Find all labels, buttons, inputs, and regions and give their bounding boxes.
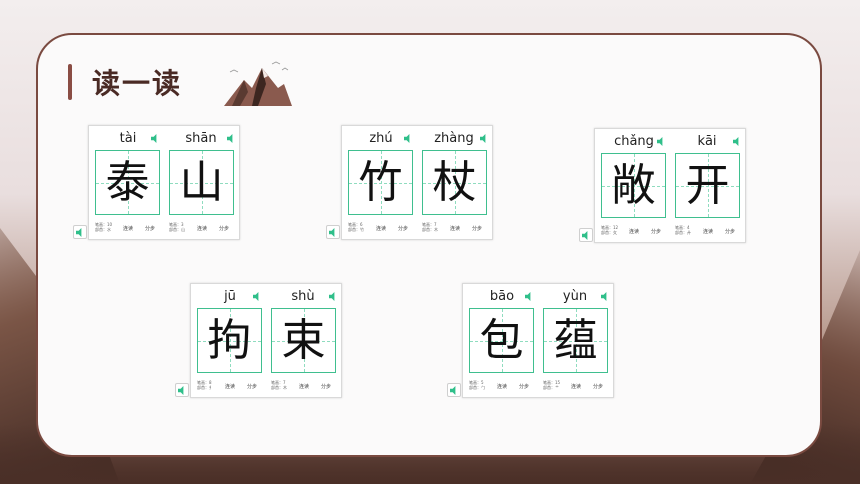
character: 杖 bbox=[432, 157, 477, 208]
speaker-icon[interactable] bbox=[657, 137, 666, 146]
stroke-info: 笔画：3 部首：山 bbox=[169, 222, 185, 232]
stroke-info: 笔画：10 部首：水 bbox=[95, 222, 113, 232]
continuous-button[interactable]: 连读 bbox=[197, 225, 207, 232]
stroke-info: 笔画：7 部首：木 bbox=[422, 222, 438, 232]
stroke-info: 笔画：12 部首：攵 bbox=[601, 225, 619, 235]
writing-grid: 包 bbox=[469, 308, 534, 373]
writing-grid: 拘 bbox=[197, 308, 262, 373]
writing-grid: 山 bbox=[169, 150, 234, 215]
char-card-2: zhú zhàng 竹 杖 笔画：6 部首：竹 连读 分步 笔画：7 部首：木 连读… bbox=[341, 125, 493, 240]
writing-grid: 蕴 bbox=[543, 308, 608, 373]
speaker-icon[interactable] bbox=[447, 383, 461, 397]
continuous-button[interactable]: 连读 bbox=[225, 383, 235, 390]
speaker-icon[interactable] bbox=[329, 292, 338, 301]
speaker-icon[interactable] bbox=[326, 225, 340, 239]
writing-grid: 泰 bbox=[95, 150, 160, 215]
stroke-info: 笔画：4 部首：廾 bbox=[675, 225, 691, 235]
writing-grid: 开 bbox=[675, 153, 740, 218]
character: 束 bbox=[281, 315, 326, 366]
continuous-button[interactable]: 连读 bbox=[703, 228, 713, 235]
character: 山 bbox=[179, 157, 224, 208]
writing-grid: 竹 bbox=[348, 150, 413, 215]
char-card-5: bāo yùn 包 蕴 笔画：5 部首：勹 连读 分步 笔画：15 部首：艹 连读 … bbox=[462, 283, 614, 398]
character: 蕴 bbox=[553, 315, 598, 366]
speaker-icon[interactable] bbox=[601, 292, 610, 301]
stroke-info: 笔画：5 部首：勹 bbox=[469, 380, 485, 390]
step-button[interactable]: 分步 bbox=[472, 225, 482, 232]
speaker-icon[interactable] bbox=[227, 134, 236, 143]
step-button[interactable]: 分步 bbox=[398, 225, 408, 232]
speaker-icon[interactable] bbox=[404, 134, 413, 143]
title-accent-bar bbox=[68, 64, 72, 100]
writing-grid: 敞 bbox=[601, 153, 666, 218]
continuous-button[interactable]: 连读 bbox=[571, 383, 581, 390]
stroke-info: 笔画：6 部首：竹 bbox=[348, 222, 364, 232]
character: 竹 bbox=[358, 157, 403, 208]
stroke-info: 笔画：8 部首：扌 bbox=[197, 380, 213, 390]
character: 包 bbox=[479, 315, 524, 366]
step-button[interactable]: 分步 bbox=[519, 383, 529, 390]
character: 敞 bbox=[611, 160, 656, 211]
speaker-icon[interactable] bbox=[151, 134, 160, 143]
continuous-button[interactable]: 连读 bbox=[497, 383, 507, 390]
stroke-info: 笔画：15 部首：艹 bbox=[543, 380, 561, 390]
speaker-icon[interactable] bbox=[175, 383, 189, 397]
pinyin-label: yùn bbox=[562, 289, 588, 304]
step-button[interactable]: 分步 bbox=[219, 225, 229, 232]
character: 泰 bbox=[105, 157, 150, 208]
page-title: 读一读 bbox=[92, 67, 183, 100]
char-card-1: tài shān 泰 山 笔画：10 部首：水 连读 分步 笔画：3 部首：山 连读… bbox=[88, 125, 240, 240]
pinyin-label: shù bbox=[291, 289, 315, 304]
speaker-icon[interactable] bbox=[733, 137, 742, 146]
character: 开 bbox=[685, 160, 730, 211]
speaker-icon[interactable] bbox=[480, 134, 489, 143]
continuous-button[interactable]: 连读 bbox=[629, 228, 639, 235]
speaker-icon[interactable] bbox=[253, 292, 262, 301]
step-button[interactable]: 分步 bbox=[725, 228, 735, 235]
mountain-icon bbox=[224, 61, 292, 106]
pinyin-label: kāi bbox=[697, 134, 717, 149]
char-card-4: jū shù 拘 束 笔画：8 部首：扌 连读 分步 笔画：7 部首：木 连读 分步 bbox=[190, 283, 342, 398]
pinyin-label: shān bbox=[185, 131, 217, 146]
pinyin-label: zhàng bbox=[434, 131, 474, 146]
char-card-3: chǎng kāi 敞 开 笔画：12 部首：攵 连读 分步 笔画：4 部首：廾 连… bbox=[594, 128, 746, 243]
step-button[interactable]: 分步 bbox=[651, 228, 661, 235]
continuous-button[interactable]: 连读 bbox=[450, 225, 460, 232]
continuous-button[interactable]: 连读 bbox=[376, 225, 386, 232]
step-button[interactable]: 分步 bbox=[247, 383, 257, 390]
step-button[interactable]: 分步 bbox=[593, 383, 603, 390]
speaker-icon[interactable] bbox=[73, 225, 87, 239]
continuous-button[interactable]: 连读 bbox=[299, 383, 309, 390]
step-button[interactable]: 分步 bbox=[321, 383, 331, 390]
speaker-icon[interactable] bbox=[579, 228, 593, 242]
character: 拘 bbox=[207, 315, 252, 366]
step-button[interactable]: 分步 bbox=[145, 225, 155, 232]
writing-grid: 杖 bbox=[422, 150, 487, 215]
speaker-icon[interactable] bbox=[525, 292, 534, 301]
continuous-button[interactable]: 连读 bbox=[123, 225, 133, 232]
writing-grid: 束 bbox=[271, 308, 336, 373]
stroke-info: 笔画：7 部首：木 bbox=[271, 380, 287, 390]
